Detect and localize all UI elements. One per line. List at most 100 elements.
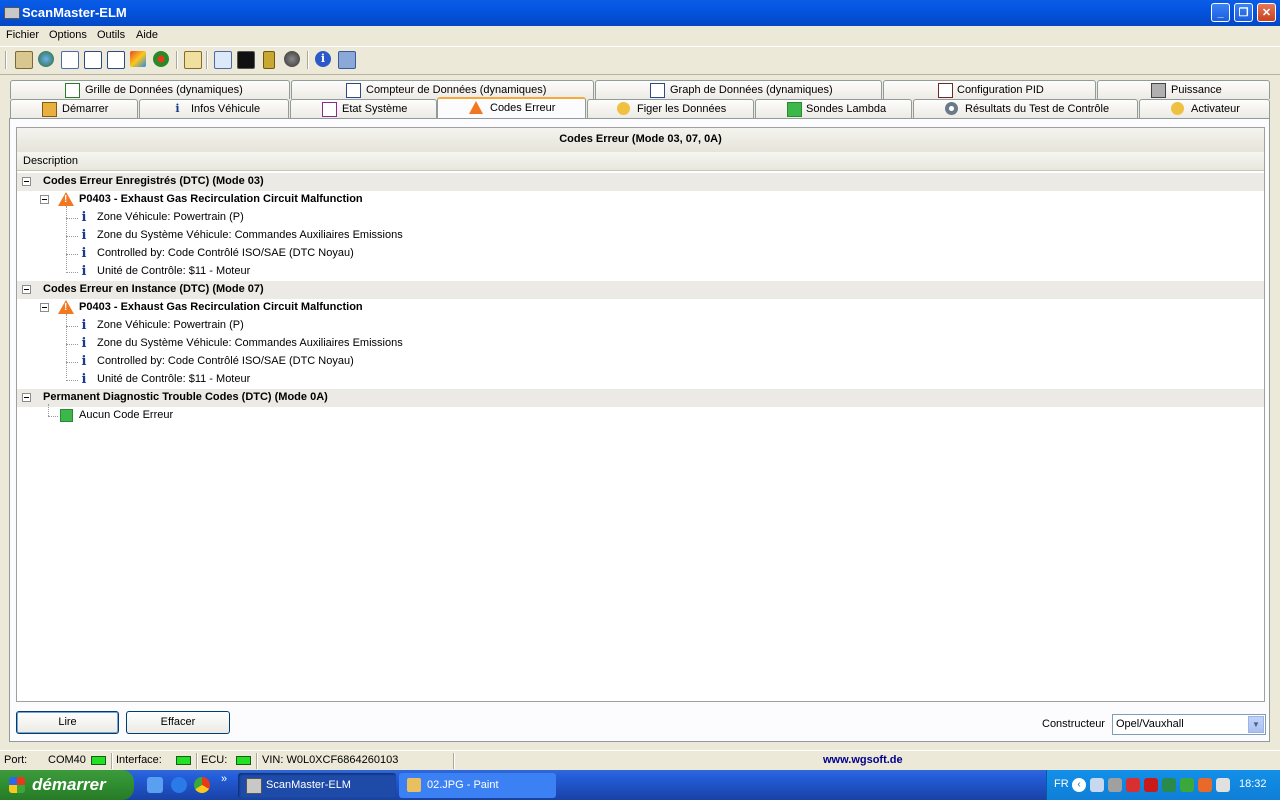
- detail-row[interactable]: i Zone Véhicule: Powertrain (P): [17, 209, 1264, 227]
- desktop-icon[interactable]: [147, 777, 163, 793]
- windows-flag-icon: [9, 777, 25, 793]
- port-led: [91, 756, 106, 765]
- update-icon[interactable]: [1180, 778, 1194, 792]
- chip-icon: [1151, 83, 1166, 98]
- security-icon[interactable]: [1198, 778, 1212, 792]
- detail-row[interactable]: i Unité de Contrôle: $11 - Moteur: [17, 263, 1264, 281]
- manufacturer-select[interactable]: Opel/Vauxhall ▼: [1112, 714, 1266, 735]
- tab-label: Etat Système: [342, 103, 408, 115]
- section-row[interactable]: Codes Erreur en Instance (DTC) (Mode 07): [17, 281, 1264, 299]
- globe-icon[interactable]: [38, 51, 54, 67]
- tab-configuration-pid[interactable]: Configuration PID: [883, 80, 1096, 99]
- detail-row[interactable]: i Unité de Contrôle: $11 - Moteur: [17, 371, 1264, 389]
- status-separator: [256, 753, 258, 769]
- home-icon: [42, 102, 57, 117]
- tab-label: Puissance: [1171, 84, 1222, 96]
- ie-icon[interactable]: [171, 777, 187, 793]
- chevron-down-icon[interactable]: ▼: [1248, 716, 1264, 733]
- connect-icon[interactable]: [15, 51, 33, 69]
- sensor-icon: [787, 102, 802, 117]
- terminal-icon[interactable]: [237, 51, 255, 69]
- read-button[interactable]: Lire: [16, 711, 119, 734]
- detail-row[interactable]: i Controlled by: Code Contrôlé ISO/SAE (…: [17, 353, 1264, 371]
- gauge-icon[interactable]: [284, 51, 300, 67]
- menu-outils[interactable]: Outils: [97, 29, 125, 41]
- manufacturer-value: Opel/Vauxhall: [1116, 718, 1184, 730]
- antivirus-icon[interactable]: [1144, 778, 1158, 792]
- language-indicator[interactable]: FR: [1054, 778, 1069, 790]
- collapse-icon[interactable]: [40, 303, 49, 312]
- clipboard-icon[interactable]: [184, 51, 202, 69]
- tab-etat-systeme[interactable]: Etat Système: [290, 99, 437, 118]
- shield-icon[interactable]: [1126, 778, 1140, 792]
- task-scanmaster[interactable]: ScanMaster-ELM: [238, 773, 396, 798]
- tab-sondes-lambda[interactable]: Sondes Lambda: [755, 99, 912, 118]
- dtc-title: P0403 - Exhaust Gas Recirculation Circui…: [79, 193, 363, 205]
- detail-row[interactable]: i Controlled by: Code Contrôlé ISO/SAE (…: [17, 245, 1264, 263]
- no-codes-row[interactable]: Aucun Code Erreur: [17, 407, 1264, 425]
- tab-activateur[interactable]: Activateur: [1139, 99, 1270, 118]
- tab-label: Activateur: [1191, 103, 1240, 115]
- minimize-button[interactable]: _: [1211, 3, 1230, 22]
- dtc-title: P0403 - Exhaust Gas Recirculation Circui…: [79, 301, 363, 313]
- menu-fichier[interactable]: Fichier: [6, 29, 39, 41]
- section-row[interactable]: Codes Erreur Enregistrés (DTC) (Mode 03): [17, 173, 1264, 191]
- interface-label: Interface:: [116, 754, 162, 766]
- dtc-row[interactable]: P0403 - Exhaust Gas Recirculation Circui…: [17, 299, 1264, 317]
- start-label: démarrer: [32, 775, 106, 794]
- clock[interactable]: 18:32: [1239, 778, 1267, 790]
- tree-line: [66, 326, 78, 327]
- info-icon: i: [81, 318, 87, 333]
- grid-title: Codes Erreur (Mode 03, 07, 0A): [17, 128, 1264, 153]
- traffic-light-icon[interactable]: [153, 51, 169, 67]
- tab-infos-vehicule[interactable]: i Infos Véhicule: [139, 99, 289, 118]
- toolbar-separator: [307, 51, 309, 69]
- network-icon[interactable]: [1090, 778, 1104, 792]
- toolbar-grip: [5, 51, 7, 69]
- computer-icon[interactable]: [1108, 778, 1122, 792]
- battery-icon[interactable]: [263, 51, 275, 69]
- grid-icon[interactable]: [84, 51, 102, 69]
- quicklaunch-overflow[interactable]: »: [221, 773, 227, 785]
- map-icon[interactable]: [130, 51, 146, 67]
- tab-figer-donnees[interactable]: Figer les Données: [587, 99, 754, 118]
- document-icon[interactable]: [61, 51, 79, 69]
- exit-icon[interactable]: [338, 51, 356, 69]
- section-row[interactable]: Permanent Diagnostic Trouble Codes (DTC)…: [17, 389, 1264, 407]
- close-button[interactable]: ✕: [1257, 3, 1276, 22]
- about-icon[interactable]: i: [315, 51, 331, 67]
- tab-grille-donnees[interactable]: Grille de Données (dynamiques): [10, 80, 290, 99]
- maximize-button[interactable]: ❐: [1234, 3, 1253, 22]
- tab-demarrer[interactable]: Démarrer: [10, 99, 138, 118]
- tab-graph-donnees[interactable]: Graph de Données (dynamiques): [595, 80, 882, 99]
- bluetooth-icon[interactable]: [1162, 778, 1176, 792]
- tab-resultats-test[interactable]: Résultats du Test de Contrôle: [913, 99, 1138, 118]
- detail-row[interactable]: i Zone du Système Véhicule: Commandes Au…: [17, 227, 1264, 245]
- clear-button[interactable]: Effacer: [126, 711, 230, 734]
- hand-icon: [1171, 102, 1184, 115]
- tab-label: Configuration PID: [957, 84, 1044, 96]
- detail-row[interactable]: i Zone du Système Véhicule: Commandes Au…: [17, 335, 1264, 353]
- collapse-icon[interactable]: [22, 393, 31, 402]
- website-link[interactable]: www.wgsoft.de: [823, 754, 903, 766]
- dtc-row[interactable]: P0403 - Exhaust Gas Recirculation Circui…: [17, 191, 1264, 209]
- collapse-icon[interactable]: [22, 177, 31, 186]
- monitor-icon[interactable]: [214, 51, 232, 69]
- column-header-description[interactable]: Description: [17, 152, 1264, 171]
- collapse-icon[interactable]: [40, 195, 49, 204]
- chrome-icon[interactable]: [194, 777, 210, 793]
- task-paint[interactable]: 02.JPG - Paint: [399, 773, 556, 798]
- detail-row[interactable]: i Zone Véhicule: Powertrain (P): [17, 317, 1264, 335]
- usb-icon[interactable]: [1216, 778, 1230, 792]
- tree-line: [48, 416, 58, 417]
- tab-puissance[interactable]: Puissance: [1097, 80, 1270, 99]
- collapse-icon[interactable]: [22, 285, 31, 294]
- detail-text: Zone Véhicule: Powertrain (P): [97, 319, 244, 331]
- graph-icon[interactable]: [107, 51, 125, 69]
- chevron-left-icon[interactable]: ‹: [1072, 778, 1086, 792]
- tab-codes-erreur[interactable]: Codes Erreur: [437, 97, 586, 118]
- graph-icon: [650, 83, 665, 98]
- start-button[interactable]: démarrer: [0, 770, 134, 800]
- menu-aide[interactable]: Aide: [136, 29, 158, 41]
- menu-options[interactable]: Options: [49, 29, 87, 41]
